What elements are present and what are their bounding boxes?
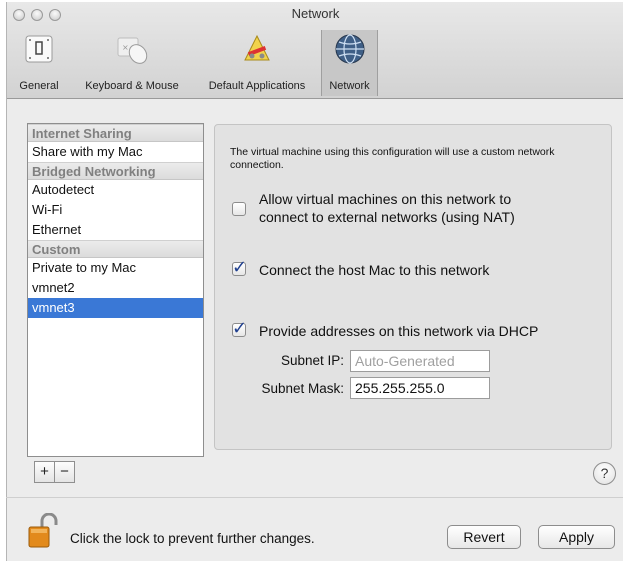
connect-host-option-label: Connect the host Mac to this network <box>259 262 490 278</box>
list-group-header: Custom <box>28 240 203 258</box>
network-item-vmnet2[interactable]: vmnet2 <box>28 278 203 298</box>
nat-checkbox[interactable] <box>232 202 246 216</box>
toolbar-item-keyboard-mouse[interactable]: × Keyboard & Mouse <box>73 30 191 96</box>
subnet-mask-field[interactable]: 255.255.255.0 <box>350 377 490 399</box>
checkmark-icon: ✓ <box>232 318 248 339</box>
toolbar: Network General × Keyboard & Mouse Defau… <box>7 2 623 99</box>
subnet-mask-label: Subnet Mask: <box>261 381 344 396</box>
network-item-wifi[interactable]: Wi-Fi <box>28 200 203 220</box>
dhcp-option-label: Provide addresses on this network via DH… <box>259 323 539 339</box>
remove-network-button[interactable]: − <box>54 461 75 483</box>
default-applications-icon <box>244 34 270 61</box>
subnet-ip-field[interactable]: Auto-Generated <box>350 350 490 372</box>
general-icon <box>25 35 53 63</box>
network-item-share-with-my-mac[interactable]: Share with my Mac <box>28 142 203 162</box>
network-list[interactable]: Internet Sharing Share with my Mac Bridg… <box>27 123 204 457</box>
apply-button[interactable]: Apply <box>538 525 615 549</box>
network-description: The virtual machine using this configura… <box>230 146 555 171</box>
toolbar-item-label: Default Applications <box>208 80 306 92</box>
toolbar-item-network[interactable]: Network <box>321 30 378 96</box>
network-item-vmnet3[interactable]: vmnet3 <box>28 298 203 318</box>
toolbar-item-default-applications[interactable]: Default Applications <box>195 30 319 96</box>
add-network-button[interactable]: + <box>34 461 55 483</box>
window-title: Network <box>291 6 340 21</box>
connect-host-checkbox[interactable]: ✓ <box>232 257 247 278</box>
svg-text:×: × <box>122 43 129 52</box>
checkmark-icon: ✓ <box>232 257 248 278</box>
toolbar-item-label: General <box>19 80 59 92</box>
network-item-autodetect[interactable]: Autodetect <box>28 180 203 200</box>
revert-button[interactable]: Revert <box>447 525 521 549</box>
list-group-header: Internet Sharing <box>28 124 203 142</box>
network-settings-box <box>214 124 612 450</box>
toolbar-item-label: Network <box>329 80 370 92</box>
help-button[interactable]: ? <box>593 462 616 485</box>
footer-divider <box>6 497 623 498</box>
network-item-ethernet[interactable]: Ethernet <box>28 220 203 240</box>
keyboard-mouse-icon: × <box>117 37 148 64</box>
network-globe-icon <box>335 34 364 64</box>
lock-message: Click the lock to prevent further change… <box>70 531 315 546</box>
lock-icon[interactable] <box>28 513 58 549</box>
list-group-header: Bridged Networking <box>28 162 203 180</box>
nat-option-label: Allow virtual machines on this network t… <box>259 191 515 225</box>
toolbar-item-label: Keyboard & Mouse <box>85 80 179 92</box>
network-item-private-to-my-mac[interactable]: Private to my Mac <box>28 258 203 278</box>
subnet-ip-label: Subnet IP: <box>280 353 344 368</box>
dhcp-checkbox[interactable]: ✓ <box>232 318 247 339</box>
toolbar-item-general[interactable]: General <box>9 30 69 96</box>
